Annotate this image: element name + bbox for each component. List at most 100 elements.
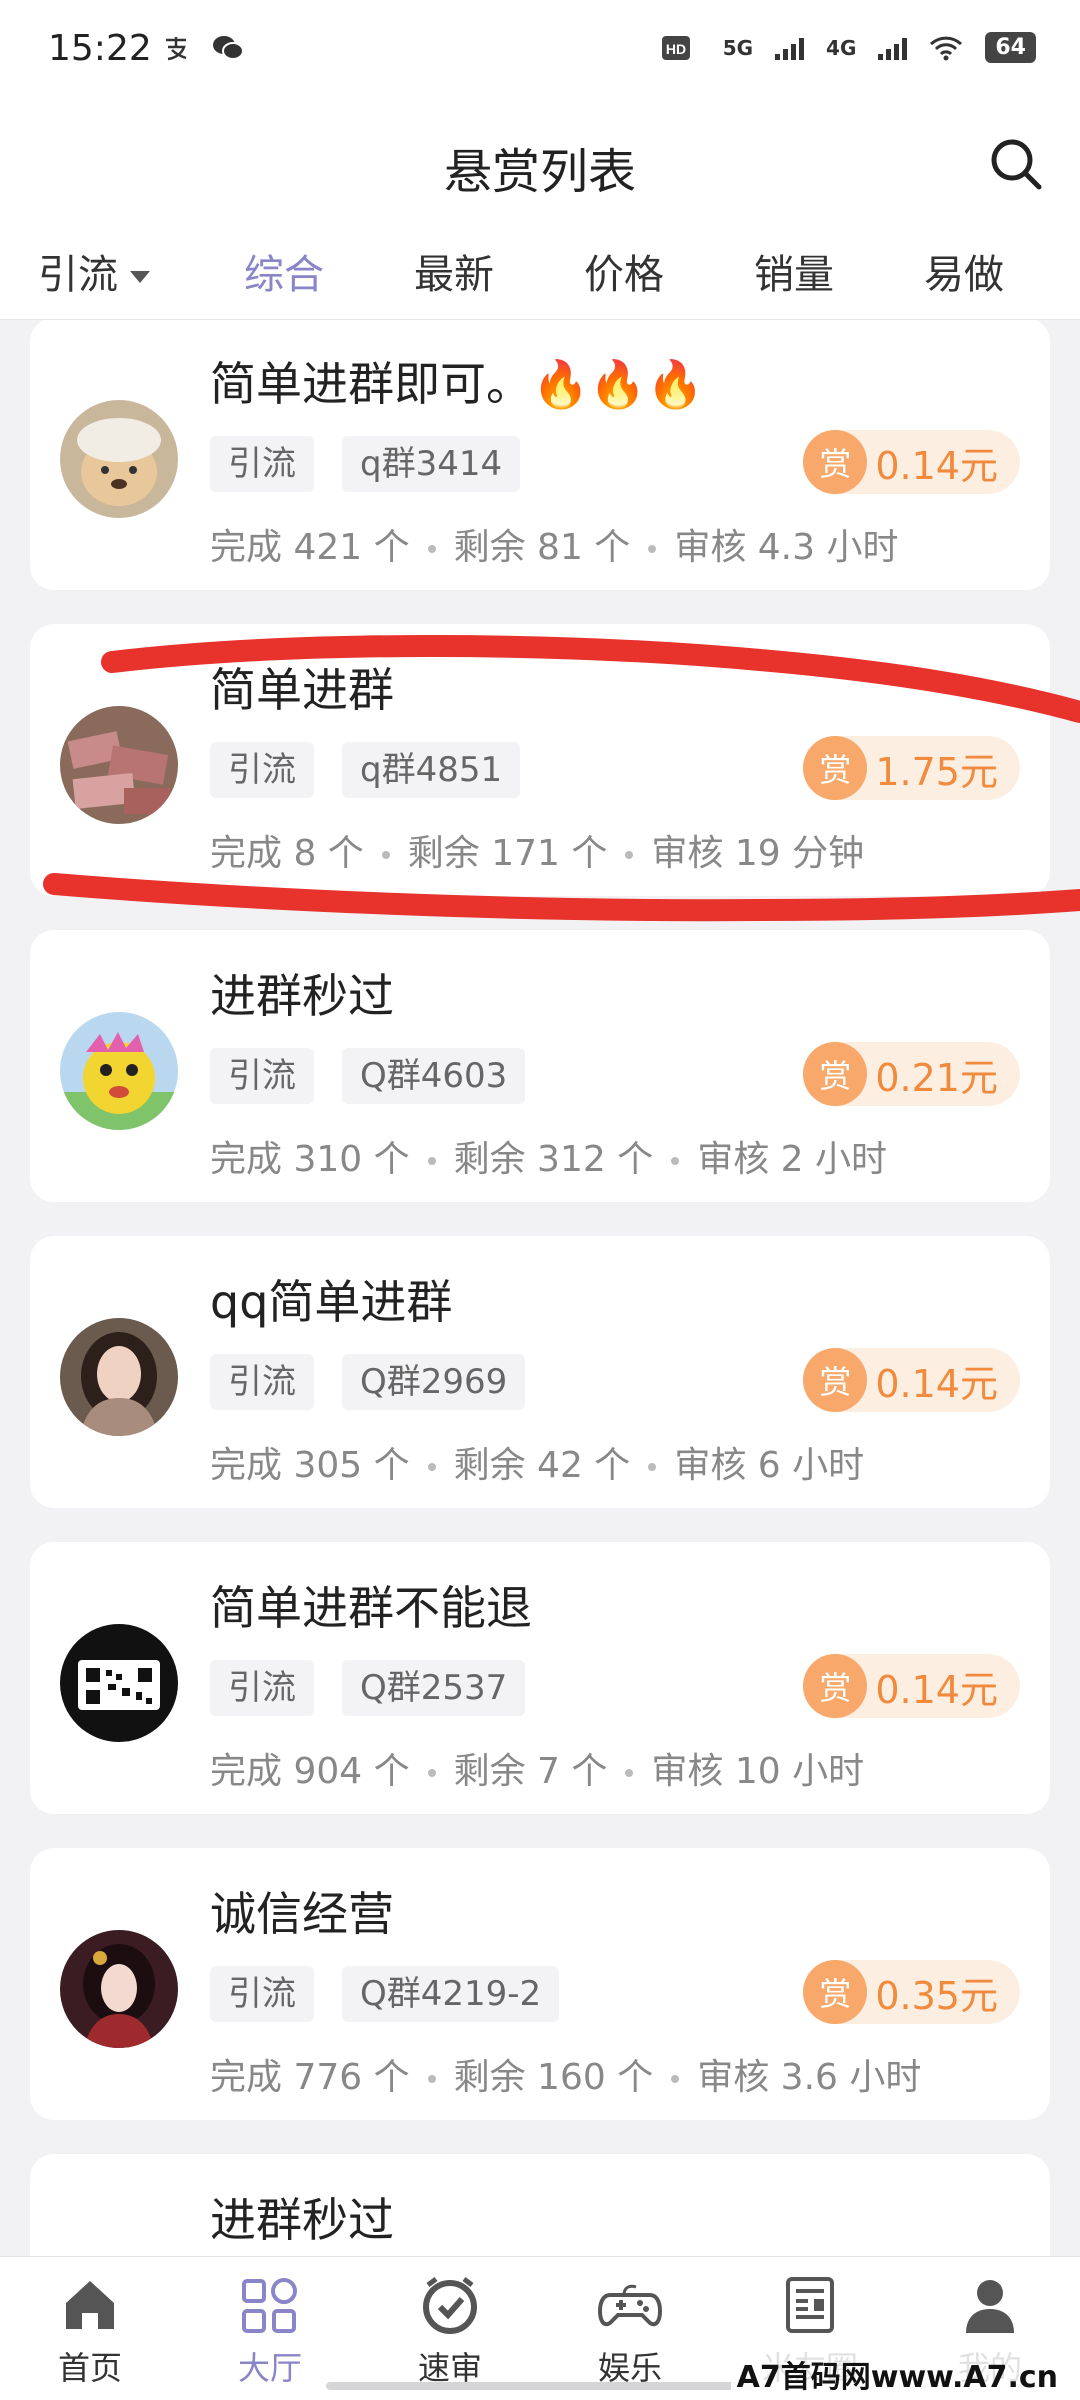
separator-dot <box>427 1157 436 1165</box>
nav-fast-review[interactable]: 速审 <box>375 2273 525 2389</box>
completed-count: 完成 8 个 <box>210 833 364 874</box>
bottom-nav: 首页 大厅 速审 娱乐 米友圈 我的 A7首码网www.A7.cn <box>0 2256 1080 2400</box>
reward-badge: 赏 <box>803 736 868 800</box>
reward-pill: 赏 0.21元 <box>803 1042 1020 1106</box>
remaining-count: 剩余 42 个 <box>453 1445 631 1486</box>
reward-pill: 赏 0.14元 <box>803 1348 1020 1412</box>
task-card[interactable]: 进群秒过 <box>30 2154 1050 2256</box>
search-button[interactable] <box>986 134 1046 194</box>
home-indicator[interactable] <box>326 2382 754 2390</box>
tab-category-dropdown[interactable]: 引流 <box>38 242 150 300</box>
task-title: 简单进群不能退 <box>210 1581 532 1635</box>
tab-label: 综合 <box>244 252 324 298</box>
status-bar: 15:22 HD 5G 4G 64 <box>0 0 1080 104</box>
battery-indicator: 64 <box>985 32 1036 63</box>
signal-5g-icon <box>775 36 805 60</box>
network-5g: 5G <box>722 35 754 60</box>
task-stats: 完成 310 个 剩余 312 个 审核 2 小时 <box>210 1130 887 1182</box>
tab-price[interactable]: 价格 <box>584 242 664 300</box>
hd-icon: HD <box>661 35 690 60</box>
separator-dot <box>427 545 436 553</box>
task-stats: 完成 904 个 剩余 7 个 审核 10 小时 <box>210 1742 864 1794</box>
home-icon <box>66 2281 114 2329</box>
separator-dot <box>381 851 390 859</box>
tab-label: 易做 <box>924 252 1004 298</box>
group-tag: Q群4603 <box>342 1048 526 1104</box>
reward-pill: 赏 1.75元 <box>803 736 1020 800</box>
filter-tabs: 引流 综合 最新 价格 销量 易做 <box>0 224 1080 320</box>
separator-dot <box>427 2075 436 2083</box>
completed-count: 完成 310 个 <box>210 1139 410 1180</box>
avatar <box>60 1930 178 2048</box>
reward-pill: 赏 0.14元 <box>803 430 1020 494</box>
tab-comprehensive[interactable]: 综合 <box>244 242 324 300</box>
grid-icon <box>242 2278 297 2333</box>
alipay-notification-icon <box>166 37 187 61</box>
user-icon <box>966 2280 1014 2333</box>
tab-easy[interactable]: 易做 <box>924 242 1004 300</box>
task-title: qq简单进群 <box>210 1275 453 1329</box>
task-stats: 完成 421 个 剩余 81 个 审核 4.3 小时 <box>210 518 898 570</box>
group-tag: Q群2969 <box>342 1354 526 1410</box>
tab-label: 最新 <box>414 252 494 298</box>
task-stats: 完成 776 个 剩余 160 个 审核 3.6 小时 <box>210 2048 921 2100</box>
review-time: 审核 10 小时 <box>651 1751 865 1792</box>
task-list[interactable]: 简单进群即可。🔥🔥🔥 引流 q群3414 赏 0.14元 完成 421 个剩余 … <box>0 320 1080 2256</box>
category-tag: 引流 <box>210 436 314 492</box>
review-time: 审核 19 分钟 <box>651 833 865 874</box>
task-card[interactable]: 诚信经营 引流 Q群4219-2 赏 0.35元 完成 776 个 剩余 160 … <box>30 1848 1050 2120</box>
reward-badge: 赏 <box>803 430 868 494</box>
review-time: 审核 4.3 小时 <box>674 527 899 568</box>
task-title: 进群秒过 <box>210 969 394 1023</box>
avatar <box>60 1318 178 1436</box>
header: 悬赏列表 <box>0 104 1080 224</box>
reward-amount: 1.75元 <box>875 749 998 794</box>
task-card[interactable]: 进群秒过 引流 Q群4603 赏 0.21元 完成 310 个 剩余 312 个 审… <box>30 930 1050 1202</box>
separator-dot <box>625 851 634 859</box>
task-card[interactable]: 简单进群即可。🔥🔥🔥 引流 q群3414 赏 0.14元 完成 421 个 剩余 … <box>30 320 1050 590</box>
gamepad-icon <box>598 2284 662 2327</box>
avatar <box>60 1624 178 1742</box>
reward-badge: 赏 <box>803 1042 868 1106</box>
review-time: 审核 2 小时 <box>697 1139 888 1180</box>
nav-home[interactable]: 首页 <box>15 2273 165 2389</box>
task-stats: 完成 305 个 剩余 42 个 审核 6 小时 <box>210 1436 864 1488</box>
task-title: 简单进群即可。🔥🔥🔥 <box>210 357 704 411</box>
completed-count: 完成 421 个 <box>210 527 410 568</box>
task-card[interactable]: qq简单进群 引流 Q群2969 赏 0.14元 完成 305 个 剩余 42 个… <box>30 1236 1050 1508</box>
task-card[interactable]: 简单进群 引流 q群4851 赏 1.75元 完成 8 个 剩余 171 个 审核 … <box>30 624 1050 896</box>
category-tag: 引流 <box>210 742 314 798</box>
nav-entertainment[interactable]: 娱乐 <box>555 2273 705 2389</box>
reward-amount: 0.14元 <box>875 1361 998 1406</box>
nav-label: 首页 <box>57 2349 122 2387</box>
chevron-down-icon <box>130 271 150 283</box>
remaining-count: 剩余 160 个 <box>453 2057 654 2098</box>
reward-badge: 赏 <box>803 1960 868 2024</box>
category-tag: 引流 <box>210 1354 314 1410</box>
reward-amount: 0.14元 <box>875 1667 998 1712</box>
remaining-count: 剩余 7 个 <box>453 1751 608 1792</box>
category-tag: 引流 <box>210 1048 314 1104</box>
category-tag: 引流 <box>210 1660 314 1716</box>
status-time: 15:22 <box>48 28 152 69</box>
nav-label: 大厅 <box>237 2349 302 2387</box>
remaining-count: 剩余 81 个 <box>453 527 631 568</box>
task-stats: 完成 8 个 剩余 171 个 审核 19 分钟 <box>210 824 864 876</box>
wechat-notification-icon <box>213 36 244 60</box>
separator-dot <box>671 1157 680 1165</box>
nav-hall[interactable]: 大厅 <box>195 2273 345 2389</box>
review-time: 审核 3.6 小时 <box>697 2057 922 2098</box>
tab-sales[interactable]: 销量 <box>754 242 834 300</box>
search-icon <box>991 139 1042 190</box>
page-title: 悬赏列表 <box>443 144 636 200</box>
notification-icons <box>162 34 244 62</box>
tab-newest[interactable]: 最新 <box>414 242 494 300</box>
group-tag: q群4851 <box>342 742 521 798</box>
status-indicators: HD 5G 4G 64 <box>661 32 1036 63</box>
network-4g: 4G <box>826 35 857 60</box>
watermark: A7首码网www.A7.cn <box>730 2352 1064 2396</box>
tab-label: 引流 <box>38 252 118 298</box>
reward-amount: 0.14元 <box>875 443 998 488</box>
separator-dot <box>427 1769 436 1777</box>
task-card[interactable]: 简单进群不能退 引流 Q群2537 赏 0.14元 完成 904 个 剩余 7 个… <box>30 1542 1050 1814</box>
